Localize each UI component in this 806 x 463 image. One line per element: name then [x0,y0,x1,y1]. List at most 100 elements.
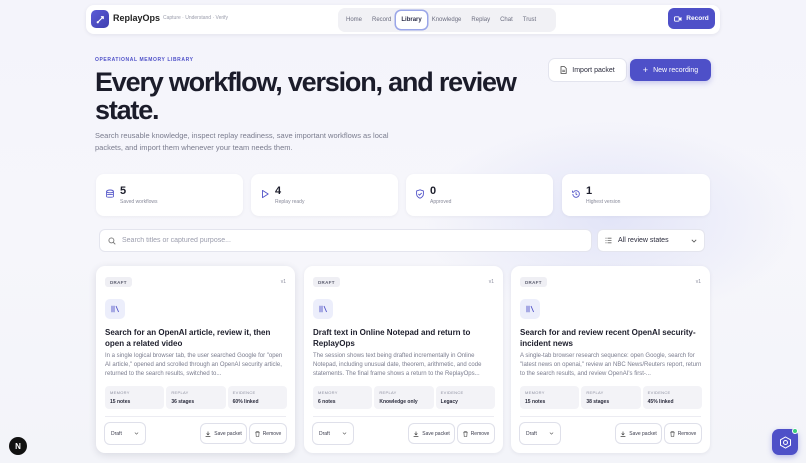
remove-label: Remove [262,430,282,437]
page-eyebrow: OPERATIONAL MEMORY LIBRARY [95,57,194,63]
workflow-card[interactable]: DRAFT v1 Draft text in Online Notepad an… [304,266,503,453]
plus-icon: + [642,64,649,75]
logo-icon[interactable] [91,10,109,28]
nav-link-replay[interactable]: Replay [466,11,495,29]
metric-key: REPLAY [379,390,397,395]
status-badge: DRAFT [313,277,340,287]
library-icon [105,299,125,319]
shield-check-icon [416,189,424,199]
metric-value: Knowledge only [379,399,418,405]
card-divider [313,416,494,417]
card-title[interactable]: Search for an OpenAI article, review it,… [105,327,287,349]
review-status-select[interactable]: Draft [520,423,560,444]
record-button[interactable]: Record [668,8,715,29]
record-button-label: Record [686,15,709,22]
save-packet-label: Save packet [422,430,450,437]
metric-evidence: EVIDENCE 45% linked [642,386,702,409]
brand-tagline: Capture · Understand · Verify [163,15,229,21]
version-label: v1 [488,279,494,285]
remove-button[interactable]: Remove [665,424,701,443]
stat-value: 4 [275,185,282,197]
review-status-value: Draft [319,430,330,437]
nav-link-library[interactable]: Library [396,11,427,29]
stat-highest-version: 1 Highest version [562,174,710,216]
review-status-value: Draft [526,430,537,437]
metric-value: 15 notes [525,399,546,405]
trash-icon [463,430,468,437]
nav-link-home[interactable]: Home [341,11,367,29]
version-label: v1 [280,279,286,285]
status-badge: DRAFT [520,277,547,287]
stat-value: 1 [586,185,593,197]
metric-value: 38 stages [586,399,610,405]
card-metrics: MEMORY 15 notes REPLAY 38 stages EVIDENCE 4… [520,386,702,409]
remove-button[interactable]: Remove [250,424,286,443]
version-label: v1 [695,279,701,285]
metric-evidence: EVIDENCE Legacy [435,386,495,409]
card-metrics: MEMORY 15 notes REPLAY 36 stages EVIDENCE 6… [105,386,287,409]
brand-name[interactable]: ReplayOps [113,13,160,23]
workflow-card[interactable]: DRAFT v1 Search for an OpenAI article, r… [96,266,295,453]
list-filter-icon [605,237,612,244]
save-packet-button[interactable]: Save packet [201,424,246,443]
nav-tabs: Home Record Library Knowledge Replay Cha… [338,8,556,32]
import-packet-label: Import packet [572,66,615,74]
filter-label: All review states [618,237,669,244]
metric-memory: MEMORY 15 notes [520,386,580,409]
nav-link-record[interactable]: Record [367,11,396,29]
metric-value: 15 notes [110,399,131,405]
metric-key: EVIDENCE [440,390,464,395]
stat-label: Highest version [586,199,621,205]
trash-icon [670,430,675,437]
dev-indicator-button[interactable]: N [9,437,27,455]
stat-label: Approved [430,199,452,205]
workflow-card[interactable]: DRAFT v1 Search for and review recent Op… [511,266,710,453]
card-description: The session shows text being drafted inc… [313,353,482,377]
save-packet-button[interactable]: Save packet [616,424,661,443]
download-icon [205,431,211,437]
chevron-down-icon [549,432,554,435]
library-icon [313,299,333,319]
review-status-select[interactable]: Draft [105,423,145,444]
stat-label: Replay ready [275,199,305,205]
remove-button[interactable]: Remove [458,424,494,443]
metric-value: Legacy [440,399,458,405]
play-icon [262,189,269,199]
search-icon [108,236,116,245]
nav-link-chat[interactable]: Chat [495,11,518,29]
chevron-down-icon [691,239,697,243]
stat-replay-ready: 4 Replay ready [251,174,398,216]
search-bar [100,230,591,251]
review-state-filter[interactable]: All review states [598,230,704,251]
nav-link-trust[interactable]: Trust [518,11,541,29]
save-packet-button[interactable]: Save packet [409,424,454,443]
file-icon [560,66,567,74]
card-title[interactable]: Search for and review recent OpenAI secu… [520,327,702,349]
nav-link-knowledge[interactable]: Knowledge [427,11,467,29]
metric-replay: REPLAY 36 stages [166,386,226,409]
new-recording-button[interactable]: + New recording [630,59,711,81]
card-description: A single-tab browser research sequence: … [520,353,702,377]
search-input[interactable] [122,237,562,244]
remove-label: Remove [677,430,697,437]
metric-key: MEMORY [110,390,130,395]
card-title[interactable]: Draft text in Online Notepad and return … [313,327,495,349]
new-recording-label: New recording [653,66,699,74]
metric-value: 60% linked [232,399,259,405]
stat-saved-workflows: 5 Saved workflows [96,174,243,216]
review-status-select[interactable]: Draft [313,423,353,444]
metric-key: MEMORY [525,390,545,395]
library-icon [520,299,540,319]
metric-key: MEMORY [318,390,338,395]
chevron-down-icon [134,432,139,435]
review-status-value: Draft [111,430,122,437]
record-icon [674,15,682,22]
chevron-down-icon [342,432,347,435]
import-packet-button[interactable]: Import packet [549,59,626,81]
metric-key: REPLAY [586,390,604,395]
metric-value: 6 notes [318,399,336,405]
status-badge: DRAFT [105,277,132,287]
card-description: In a single logical browser tab, the use… [105,353,283,377]
metric-memory: MEMORY 15 notes [105,386,165,409]
database-icon [106,189,114,198]
